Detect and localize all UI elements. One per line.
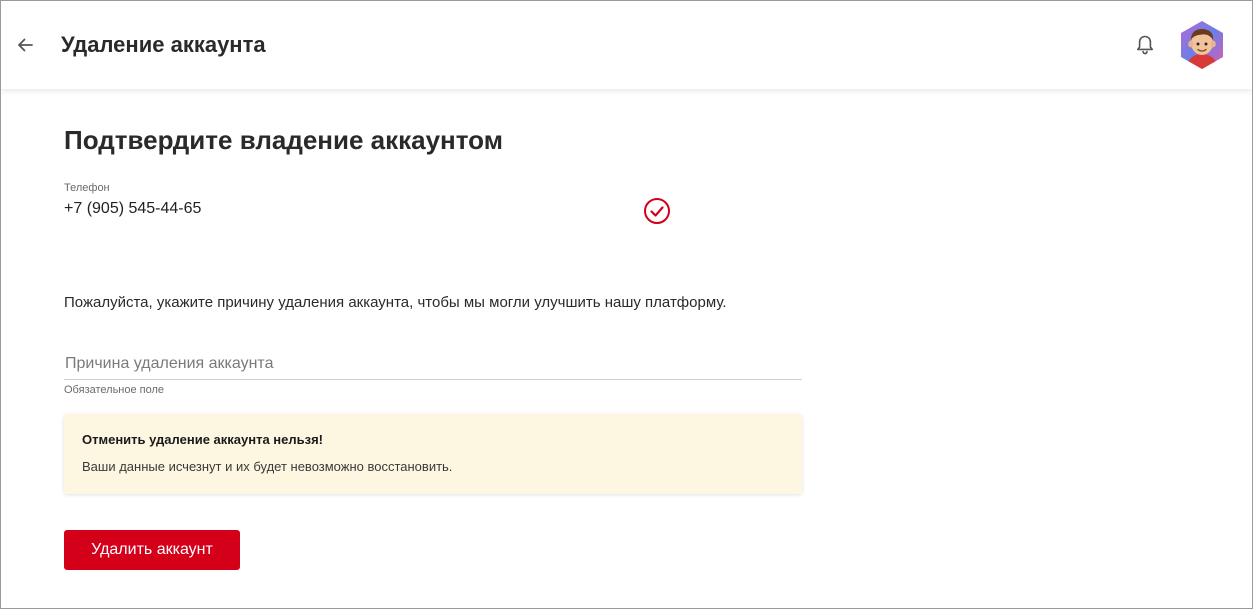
warning-title: Отменить удаление аккаунта нельзя!: [82, 432, 324, 447]
check-circle-icon: [643, 197, 671, 225]
section-heading: Подтвердите владение аккаунтом: [64, 125, 503, 155]
arrow-left-icon: [18, 38, 33, 52]
main-content: Подтвердите владение аккаунтом Телефон +…: [1, 89, 1252, 608]
user-avatar[interactable]: [1179, 20, 1225, 70]
warning-text: Ваши данные исчезнут и их будет невозмож…: [82, 459, 453, 474]
app-window: Удаление аккаунта Подтвердите владение а…: [0, 0, 1253, 609]
required-field-hint: Обязательное поле: [64, 384, 165, 396]
page-title: Удаление аккаунта: [61, 32, 266, 57]
phone-value: +7 (905) 545-44-65: [64, 200, 202, 217]
warning-banner: Отменить удаление аккаунта нельзя! Ваши …: [64, 414, 802, 494]
top-bar: Удаление аккаунта: [1, 1, 1252, 89]
bell-icon: [1137, 35, 1153, 55]
delete-account-button[interactable]: Удалить аккаунт: [64, 530, 240, 570]
back-button[interactable]: [11, 31, 39, 59]
avatar-image: [1181, 21, 1223, 69]
reason-input[interactable]: [64, 348, 802, 380]
phone-label: Телефон: [64, 182, 110, 194]
notifications-button[interactable]: [1132, 32, 1158, 58]
reason-prompt: Пожалуйста, укажите причину удаления акк…: [64, 294, 727, 311]
